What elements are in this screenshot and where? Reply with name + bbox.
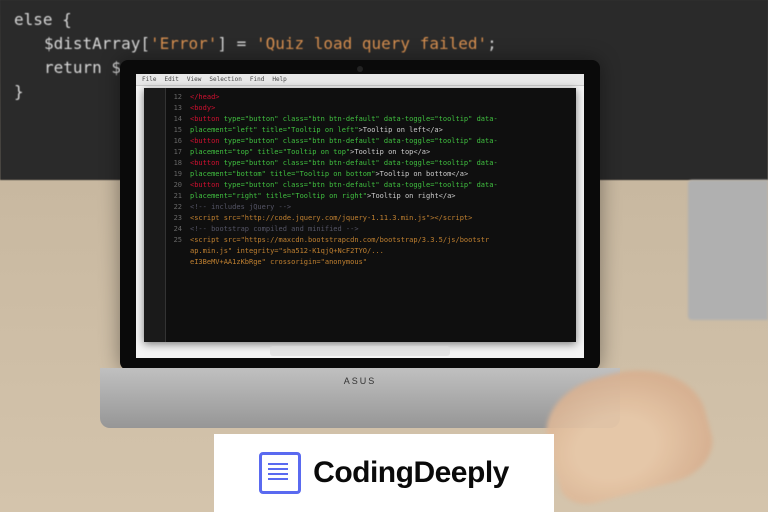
menu-item[interactable]: Selection: [209, 76, 242, 83]
code-comment: <!-- includes jQuery -->: [190, 203, 291, 211]
code-text: >Tooltip on top</a>: [350, 148, 430, 156]
code-attr: type="button" class="btn btn-default" da…: [224, 159, 498, 167]
watermark-banner: CodingDeeply: [214, 434, 554, 512]
line-number: 14: [166, 114, 182, 125]
code-text: }: [14, 82, 24, 101]
code-attr: placement="right" title="Tooltip on righ…: [190, 192, 367, 200]
code-attr: placement="left" title="Tooltip on left": [190, 126, 359, 134]
code-string: 'Error': [150, 34, 217, 53]
macos-menubar: File Edit View Selection Find Help: [136, 74, 584, 86]
code-attr: placement="top" title="Tooltip on top": [190, 148, 350, 156]
line-number: 19: [166, 169, 182, 180]
laptop-bezel: File Edit View Selection Find Help 12 13…: [120, 60, 600, 370]
code-attr: type="button" class="btn btn-default" da…: [224, 137, 498, 145]
line-number: 12: [166, 92, 182, 103]
watermark-text: CodingDeeply: [313, 456, 509, 490]
laptop-keyboard-deck: ASUS: [100, 368, 620, 428]
line-number: 16: [166, 136, 182, 147]
code-comment: <!-- bootstrap compiled and minified -->: [190, 225, 359, 233]
code-script: <script src="https://maxcdn.bootstrapcdn…: [190, 236, 489, 244]
line-number: 25: [166, 235, 182, 246]
laptop: File Edit View Selection Find Help 12 13…: [120, 60, 640, 440]
code-text: >Tooltip on right</a>: [367, 192, 456, 200]
editor-main: 12 13 14 15 16 17 18 19 20 21 22 23 24 2…: [166, 88, 576, 342]
laptop-screen: File Edit View Selection Find Help 12 13…: [136, 74, 584, 358]
menu-item[interactable]: File: [142, 76, 156, 83]
code-text: else {: [14, 10, 72, 29]
code-attr: type="button" class="btn btn-default" da…: [224, 115, 498, 123]
code-area[interactable]: </head> <body> <button type="button" cla…: [186, 92, 576, 338]
laptop-brand-label: ASUS: [344, 376, 377, 386]
line-number: 20: [166, 180, 182, 191]
menu-item[interactable]: View: [187, 76, 201, 83]
line-number: 22: [166, 202, 182, 213]
menu-item[interactable]: Find: [250, 76, 264, 83]
code-script: eI3BeMV+AA1zKbRge" crossorigin="anonymou…: [190, 258, 367, 266]
code-tag: <button: [190, 181, 224, 189]
line-number-gutter: 12 13 14 15 16 17 18 19 20 21 22 23 24 2…: [166, 92, 186, 338]
code-script: ap.min.js" integrity="sha512-K1qjQ+NcF2T…: [190, 247, 384, 255]
code-attr: placement="bottom" title="Tooltip on bot…: [190, 170, 375, 178]
line-number: 13: [166, 103, 182, 114]
code-tag: </head>: [190, 93, 220, 101]
code-tag: <button: [190, 137, 224, 145]
macos-dock[interactable]: [270, 346, 450, 356]
code-string: 'Quiz load query failed': [256, 34, 487, 53]
line-number: 15: [166, 125, 182, 136]
code-attr: type="button" class="btn btn-default" da…: [224, 181, 498, 189]
terminal-icon: [259, 452, 301, 494]
code-tag: <button: [190, 115, 224, 123]
code-script: <script src="http://code.jquery.com/jque…: [190, 214, 472, 222]
line-number: 18: [166, 158, 182, 169]
editor-sidebar: [144, 88, 166, 342]
code-text: >Tooltip on bottom</a>: [375, 170, 468, 178]
code-text: >Tooltip on left</a>: [359, 126, 443, 134]
webcam-icon: [357, 66, 363, 72]
menu-item[interactable]: Help: [272, 76, 286, 83]
line-number: 24: [166, 224, 182, 235]
code-tag: <body>: [190, 104, 215, 112]
line-number: 21: [166, 191, 182, 202]
code-tag: <button: [190, 159, 224, 167]
code-text: ;: [487, 34, 497, 53]
code-text: $distArray[: [44, 34, 150, 53]
secondary-laptop: [688, 180, 768, 320]
code-editor[interactable]: 12 13 14 15 16 17 18 19 20 21 22 23 24 2…: [144, 88, 576, 342]
line-number: 23: [166, 213, 182, 224]
code-text: ] =: [217, 34, 256, 53]
menu-item[interactable]: Edit: [164, 76, 178, 83]
line-number: 17: [166, 147, 182, 158]
